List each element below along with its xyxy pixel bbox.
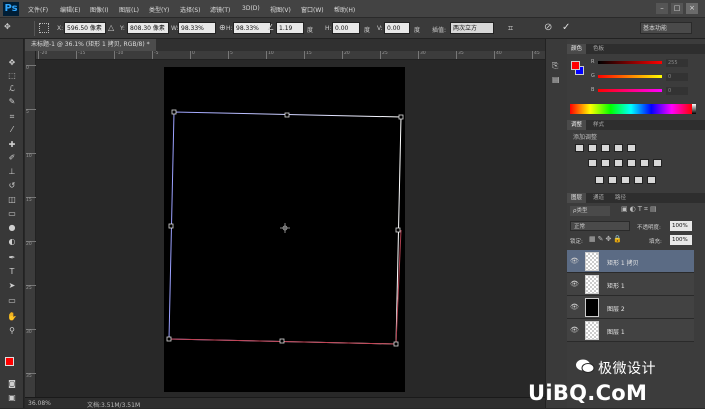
handle-middle-right — [395, 227, 401, 233]
opacity-label: 不透明度: — [637, 225, 661, 231]
layer-name: 矩形 1 拷贝 — [607, 260, 639, 267]
zoom-level[interactable]: 36.08% — [28, 400, 51, 407]
color-balance-icon[interactable] — [601, 159, 610, 167]
watermark-line2: UiBQ.CoM — [528, 381, 648, 405]
layer-row[interactable]: 👁 图层 1 — [567, 319, 694, 342]
layer-name: 图层 2 — [607, 306, 625, 313]
handle-top-middle — [284, 112, 290, 118]
channel-mixer-icon[interactable] — [640, 159, 649, 167]
layers-panel-tabs: 图层 通道 路径 — [567, 193, 705, 203]
handle-bottom-middle — [279, 338, 285, 344]
properties-panel-icon[interactable]: ▤ — [552, 75, 562, 85]
tab-swatches[interactable]: 色板 — [589, 44, 608, 54]
fill-field[interactable]: 100% — [670, 235, 692, 245]
r-slider[interactable] — [598, 61, 662, 64]
vibrance-icon[interactable] — [627, 144, 636, 152]
handle-top-left — [171, 109, 177, 115]
adjust-panel-tabs: 调整 样式 — [567, 120, 705, 130]
history-panel-icon[interactable]: ⎘ — [552, 61, 562, 71]
lock-icons[interactable]: ▦✎✥🔒 — [589, 235, 624, 243]
color-spectrum-bar[interactable] — [570, 104, 692, 114]
handle-bottom-right — [393, 341, 399, 347]
g-value[interactable]: 0 — [666, 73, 688, 81]
tab-adjustments[interactable]: 调整 — [567, 120, 587, 130]
fill-label: 填充: — [649, 239, 662, 245]
layer-row[interactable]: 👁 矩形 1 — [567, 273, 694, 296]
layer-row[interactable]: 👁 图层 2 — [567, 296, 694, 319]
r-value[interactable]: 255 — [666, 59, 688, 67]
layer-name: 图层 1 — [607, 329, 625, 336]
layer-row[interactable]: 👁 矩形 1 拷贝 — [567, 250, 694, 273]
layer-thumbnail — [585, 321, 599, 340]
black-white-icon[interactable] — [614, 159, 623, 167]
curves-icon[interactable] — [601, 144, 610, 152]
bw-ramp[interactable] — [692, 104, 696, 114]
panel-icon-strip: ⎘ ▤ — [545, 39, 567, 408]
gradient-map-icon[interactable] — [634, 176, 643, 184]
layer-thumbnail — [585, 298, 599, 317]
visibility-eye-icon[interactable]: 👁 — [570, 303, 580, 311]
tab-paths[interactable]: 路径 — [611, 193, 630, 203]
watermark-line1: 极微设计 — [598, 361, 656, 377]
tab-color[interactable]: 颜色 — [567, 44, 587, 54]
color-panel-tabs: 颜色 色板 — [567, 44, 705, 54]
visibility-eye-icon[interactable]: 👁 — [570, 257, 580, 265]
layer-name: 矩形 1 — [607, 283, 625, 290]
handle-top-right — [398, 114, 404, 120]
pivot-point-icon — [280, 223, 290, 233]
visibility-eye-icon[interactable]: 👁 — [570, 326, 580, 334]
b-value[interactable]: 0 — [666, 87, 688, 95]
fg-color-swatch[interactable] — [571, 61, 580, 70]
photo-filter-icon[interactable] — [627, 159, 636, 167]
hue-saturation-icon[interactable] — [588, 159, 597, 167]
threshold-icon[interactable] — [621, 176, 630, 184]
b-slider[interactable] — [598, 89, 662, 92]
lock-label: 锁定: — [570, 239, 583, 245]
right-panels: 颜色 色板 R 255 G 0 B 0 调整 样式 添加调整 图层 通道 路径 … — [567, 39, 705, 408]
handle-bottom-left — [166, 336, 172, 342]
watermark-logo-icon — [575, 356, 595, 376]
g-slider[interactable] — [598, 75, 662, 78]
g-label: G — [591, 73, 595, 79]
brightness-icon[interactable] — [575, 144, 584, 152]
selective-color-icon[interactable] — [647, 176, 656, 184]
layer-thumbnail — [585, 275, 599, 294]
status-bar: 36.08% 文档:3.51M/3.51M — [25, 397, 560, 409]
posterize-icon[interactable] — [608, 176, 617, 184]
handle-middle-left — [168, 223, 174, 229]
exposure-icon[interactable] — [614, 144, 623, 152]
invert-icon[interactable] — [595, 176, 604, 184]
layer-thumbnail — [585, 252, 599, 271]
visibility-eye-icon[interactable]: 👁 — [570, 280, 580, 288]
layer-filter-select[interactable]: ρ类型 — [570, 206, 610, 216]
add-adjustment-title: 添加调整 — [573, 134, 598, 141]
tab-channels[interactable]: 通道 — [589, 193, 608, 203]
r-label: R — [591, 59, 595, 65]
b-label: B — [591, 87, 595, 93]
levels-icon[interactable] — [588, 144, 597, 152]
layer-filter-icons[interactable]: ▣◐T⌗▤ — [621, 205, 689, 217]
blend-mode-select[interactable]: 正常 — [570, 221, 630, 231]
opacity-field[interactable]: 100% — [670, 221, 692, 231]
color-lookup-icon[interactable] — [653, 159, 662, 167]
tab-styles[interactable]: 样式 — [589, 120, 608, 130]
tab-layers[interactable]: 图层 — [567, 193, 587, 203]
